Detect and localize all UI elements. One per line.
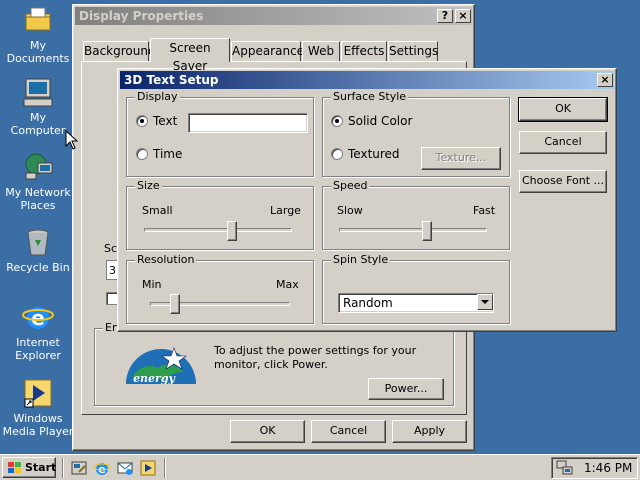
outlook-express-icon xyxy=(117,462,133,475)
text-radio[interactable] xyxy=(136,115,148,127)
desktop-icon-my-documents[interactable]: My Documents xyxy=(2,4,74,65)
taskbar-separator xyxy=(164,458,166,478)
tab-web[interactable]: Web xyxy=(302,41,340,61)
cancel-button[interactable]: Cancel xyxy=(311,420,386,443)
network-icon xyxy=(22,151,54,183)
desktop-icon-label: Internet Explorer xyxy=(15,336,61,362)
speed-group: Speed xyxy=(322,179,510,250)
tab-background[interactable]: Background xyxy=(83,41,156,61)
taskbar-separator xyxy=(62,458,64,478)
spin-group-label: Spin Style xyxy=(331,253,391,266)
resolution-group-label: Resolution xyxy=(135,253,197,266)
dialog-ok-button[interactable]: OK xyxy=(518,97,608,122)
spin-style-group: Spin Style xyxy=(322,253,510,324)
dialog-close-button[interactable]: × xyxy=(597,73,613,87)
energy-description: To adjust the power settings for your mo… xyxy=(214,344,417,371)
resolution-max-label: Max xyxy=(276,278,299,291)
chevron-down-icon xyxy=(481,300,489,304)
time-radio-label[interactable]: Time xyxy=(153,147,182,161)
energy-logo-text: energy xyxy=(133,372,176,384)
speed-min-label: Slow xyxy=(337,204,363,217)
quick-launch-internet-explorer[interactable]: e xyxy=(93,459,111,477)
mouse-cursor-icon xyxy=(65,129,79,150)
size-max-label: Large xyxy=(270,204,301,217)
spin-style-value: Random xyxy=(343,296,393,310)
texture-button-label: Texture... xyxy=(435,151,487,164)
text-radio-label[interactable]: Text xyxy=(153,114,177,128)
text-input[interactable] xyxy=(188,113,308,133)
quick-launch-media-player[interactable] xyxy=(139,459,157,477)
size-group: Size xyxy=(126,179,314,250)
solid-color-label[interactable]: Solid Color xyxy=(348,114,412,128)
speed-slider-thumb[interactable] xyxy=(421,221,432,241)
windows-logo-icon xyxy=(8,462,21,473)
tab-screen-saver[interactable]: Screen Saver xyxy=(150,38,230,73)
time-radio[interactable] xyxy=(136,148,148,160)
desktop-icon-internet-explorer[interactable]: e Internet Explorer xyxy=(2,301,74,362)
dialog-title: 3D Text Setup xyxy=(124,73,219,87)
desktop-icon-my-computer[interactable]: My Computer xyxy=(2,76,74,137)
tab-appearance[interactable]: Appearance xyxy=(231,41,304,61)
tab-settings[interactable]: Settings xyxy=(388,41,438,61)
speed-slider-track xyxy=(339,228,487,232)
apply-button[interactable]: Apply xyxy=(392,420,467,443)
display-group-label: Display xyxy=(135,90,180,103)
taskbar: Start e 1:46 PM xyxy=(0,454,640,480)
resolution-min-label: Min xyxy=(142,278,162,291)
media-player-icon xyxy=(22,377,54,409)
quick-launch-show-desktop[interactable] xyxy=(70,459,88,477)
internet-explorer-icon: e xyxy=(93,463,111,476)
desktop-icon-recycle-bin[interactable]: Recycle Bin xyxy=(2,226,74,274)
network-tray-icon[interactable] xyxy=(556,460,574,476)
display-group: Display xyxy=(126,90,314,177)
desktop-icon-label: Recycle Bin xyxy=(6,261,70,274)
start-label: Start xyxy=(25,461,57,474)
power-button[interactable]: Power... xyxy=(368,378,444,400)
speed-max-label: Fast xyxy=(473,204,496,217)
size-slider-track xyxy=(144,228,292,232)
textured-radio[interactable] xyxy=(331,148,343,160)
text-setup-dialog: 3D Text Setup × Display Text Time Surfac… xyxy=(117,68,617,332)
energy-star-logo: energy xyxy=(124,342,198,385)
size-group-label: Size xyxy=(135,179,162,192)
desktop-icon-label: My Network Places xyxy=(5,186,71,212)
desktop-icon-label: Windows Media Player xyxy=(2,412,74,438)
tab-effects[interactable]: Effects xyxy=(341,41,387,61)
internet-explorer-icon: e xyxy=(22,301,54,333)
texture-button[interactable]: Texture... xyxy=(421,147,501,170)
window-title: Display Properties xyxy=(79,9,204,23)
start-button[interactable]: Start xyxy=(2,457,56,478)
dialog-cancel-button[interactable]: Cancel xyxy=(519,131,607,154)
clock[interactable]: 1:46 PM xyxy=(584,461,632,475)
screen-saver-group-label: Sc xyxy=(104,242,118,255)
recycle-bin-icon xyxy=(22,226,54,258)
desktop-icon-windows-media-player[interactable]: Windows Media Player xyxy=(2,377,74,438)
size-slider-thumb[interactable] xyxy=(226,221,237,241)
speed-group-label: Speed xyxy=(331,179,370,192)
computer-icon xyxy=(22,76,54,108)
textured-label[interactable]: Textured xyxy=(348,147,400,161)
quick-launch-outlook[interactable] xyxy=(116,459,134,477)
resolution-group: Resolution xyxy=(126,253,314,324)
solid-color-radio[interactable] xyxy=(331,115,343,127)
show-desktop-icon xyxy=(71,461,87,475)
dropdown-arrow-button[interactable] xyxy=(477,294,493,310)
media-player-icon xyxy=(140,460,156,476)
desktop-icon-my-network-places[interactable]: My Network Places xyxy=(2,151,74,212)
folder-icon xyxy=(22,4,54,36)
ok-button[interactable]: OK xyxy=(230,420,305,443)
choose-font-button[interactable]: Choose Font ... xyxy=(519,170,607,193)
surface-group-label: Surface Style xyxy=(331,90,409,103)
spin-style-dropdown[interactable]: Random xyxy=(338,293,494,313)
help-button[interactable]: ? xyxy=(437,9,453,23)
close-button[interactable]: × xyxy=(455,9,471,23)
system-tray: 1:46 PM xyxy=(551,457,638,479)
display-properties-titlebar[interactable]: Display Properties xyxy=(75,7,472,25)
desktop-icon-label: My Computer xyxy=(10,111,66,137)
desktop-icon-label: My Documents xyxy=(6,39,70,65)
size-min-label: Small xyxy=(142,204,173,217)
resolution-slider-thumb[interactable] xyxy=(169,294,180,314)
